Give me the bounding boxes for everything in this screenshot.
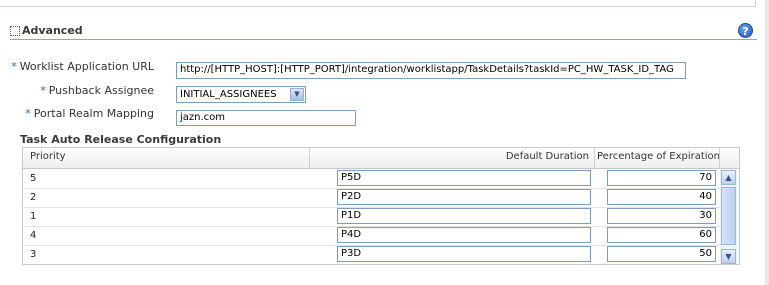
priority-cell: 4 (30, 230, 37, 241)
percentage-input[interactable]: 30 (607, 208, 716, 224)
scrollbar-thumb[interactable] (721, 187, 736, 245)
top-panel-edge (0, 0, 756, 7)
table-row[interactable]: 1 P1D 30 (23, 207, 720, 227)
chevron-down-icon[interactable]: ▼ (290, 88, 304, 101)
pushback-assignee-label-text: Pushback Assignee (48, 84, 154, 97)
window-edge (765, 0, 769, 285)
scroll-down-icon[interactable]: ▼ (721, 249, 736, 264)
pushback-assignee-select[interactable]: INITIAL_ASSIGNEES ▼ (176, 86, 306, 103)
percentage-input[interactable]: 40 (607, 189, 716, 205)
auto-release-table: Priority Default Duration Percentage of … (22, 147, 740, 265)
pushback-assignee-value: INITIAL_ASSIGNEES (180, 89, 277, 100)
priority-cell: 3 (30, 249, 37, 260)
priority-cell: 2 (30, 192, 37, 203)
realm-mapping-label: * Portal Realm Mapping (25, 107, 154, 120)
required-marker: * (40, 84, 46, 97)
duration-input[interactable]: P5D (337, 170, 591, 186)
column-divider (309, 148, 310, 168)
priority-cell: 5 (30, 173, 37, 184)
table-title: Task Auto Release Configuration (20, 133, 222, 146)
column-header-duration[interactable]: Default Duration (506, 151, 589, 162)
worklist-url-label-text: Worklist Application URL (19, 60, 154, 73)
table-scrollbar[interactable]: ▲ ▼ (720, 169, 737, 264)
pushback-assignee-label: * Pushback Assignee (40, 84, 154, 97)
section-toggle-icon[interactable] (10, 26, 20, 36)
required-marker: * (11, 60, 17, 73)
column-header-priority[interactable]: Priority (30, 151, 66, 162)
worklist-url-input[interactable]: http://[HTTP_HOST]:[HTTP_PORT]/integrati… (176, 62, 686, 79)
percentage-input[interactable]: 60 (607, 227, 716, 243)
help-icon[interactable]: ? (738, 23, 753, 38)
advanced-section-header: Advanced ? (10, 23, 757, 40)
column-divider (594, 148, 595, 168)
worklist-url-label: * Worklist Application URL (11, 60, 154, 73)
column-header-percentage[interactable]: Percentage of Expiration (597, 151, 720, 162)
realm-mapping-input[interactable]: jazn.com (176, 110, 356, 126)
realm-mapping-label-text: Portal Realm Mapping (33, 107, 154, 120)
duration-input[interactable]: P3D (337, 246, 591, 262)
table-row[interactable]: 4 P4D 60 (23, 226, 720, 246)
priority-cell: 1 (30, 211, 37, 222)
scroll-up-icon[interactable]: ▲ (721, 170, 736, 185)
column-divider (719, 148, 720, 168)
percentage-input[interactable]: 50 (607, 246, 716, 262)
table-header: Priority Default Duration Percentage of … (23, 148, 739, 169)
table-row[interactable]: 5 P5D 70 (23, 169, 720, 189)
section-title: Advanced (22, 24, 83, 37)
duration-input[interactable]: P1D (337, 208, 591, 224)
required-marker: * (25, 107, 31, 120)
table-row[interactable]: 3 P3D 50 (23, 245, 720, 264)
table-row[interactable]: 2 P2D 40 (23, 188, 720, 208)
duration-input[interactable]: P2D (337, 189, 591, 205)
section-divider (10, 39, 757, 40)
duration-input[interactable]: P4D (337, 227, 591, 243)
percentage-input[interactable]: 70 (607, 170, 716, 186)
